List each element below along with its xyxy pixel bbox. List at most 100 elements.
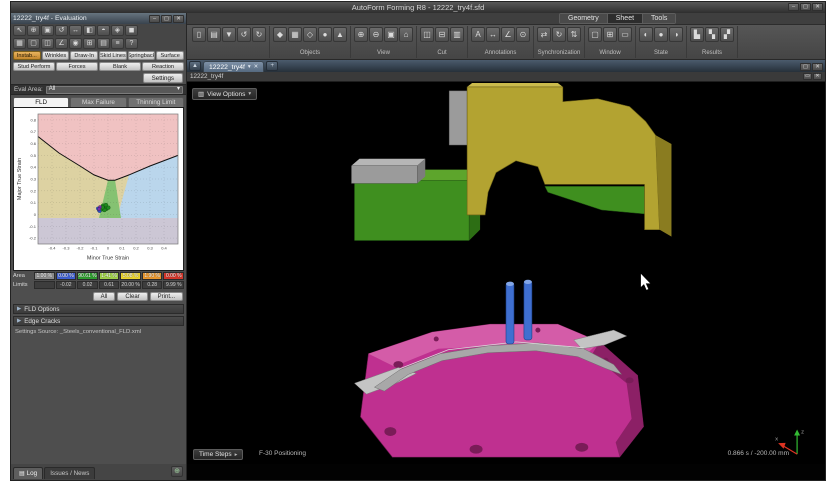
bottom-tab-issues-news[interactable]: Issues / News	[44, 467, 96, 479]
undo-icon[interactable]: ↺	[237, 27, 251, 42]
zoom-out-icon[interactable]: ⊖	[369, 27, 383, 42]
bottom-tab-log[interactable]: ▤ Log	[13, 467, 44, 479]
new-window-icon[interactable]: ▢	[588, 27, 602, 42]
evaluation-panel-titlebar[interactable]: 12222_try4f - Evaluation – ▢ ✕	[11, 13, 186, 24]
maximize-button[interactable]: ▢	[800, 63, 811, 71]
state-next-icon[interactable]: ◑	[669, 27, 683, 42]
select-icon[interactable]: ↖	[13, 25, 26, 36]
die-block-front-face[interactable]	[354, 180, 470, 241]
result-tab-blank[interactable]: Blank	[99, 62, 141, 71]
settings-button[interactable]: Settings	[142, 73, 183, 83]
menu-item-geometry[interactable]: Geometry	[560, 14, 608, 23]
result-chart-icon[interactable]: ▙	[690, 27, 704, 42]
view-front-icon[interactable]: ◧	[83, 25, 96, 36]
wire-icon[interactable]: ▢	[27, 38, 40, 49]
sync-views-icon[interactable]: ⇄	[537, 27, 551, 42]
close-tab-icon[interactable]: ✕	[254, 64, 259, 70]
gray-block-top-face[interactable]	[351, 158, 426, 166]
close-button[interactable]: ✕	[812, 3, 823, 11]
chart-tab-fld[interactable]: FLD	[13, 97, 70, 107]
save-file-icon[interactable]: ▼	[222, 27, 236, 42]
maximize-button[interactable]: ▢	[161, 14, 172, 23]
points-icon[interactable]: ●	[318, 27, 332, 42]
refresh-icon[interactable]: ↻	[552, 27, 566, 42]
fit-view-icon[interactable]: ▣	[384, 27, 398, 42]
result-tab-instab[interactable]: Instab...	[13, 51, 41, 60]
minimize-button[interactable]: –	[149, 14, 160, 23]
document-tab[interactable]: 12222_try4f ▾ ✕	[203, 61, 265, 72]
measure-angle-icon[interactable]: ∠	[501, 27, 515, 42]
viewport-3d[interactable]: z x ▥ View Options ▾ Time Steps ▸ F-30 P…	[187, 82, 825, 464]
result-tab-skid-lines[interactable]: Skid Lines	[99, 51, 127, 60]
chart-tab-thinning-limit[interactable]: Thinning Limit	[127, 97, 184, 107]
cascade-windows-icon[interactable]: ▭	[618, 27, 632, 42]
state-previous-icon[interactable]: ◐	[639, 27, 653, 42]
die-insert-front[interactable]	[544, 186, 645, 215]
action-clear[interactable]: Clear	[117, 292, 148, 301]
result-distribution-icon[interactable]: ▚	[705, 27, 719, 42]
punch-top-face[interactable]	[467, 82, 563, 87]
pan-icon[interactable]: ↔	[69, 25, 82, 36]
collapse-tabbar-button[interactable]: ▲	[189, 61, 201, 71]
result-history-icon[interactable]: ▞	[720, 27, 734, 42]
new-entry-button[interactable]: ⊕	[171, 466, 183, 477]
close-button[interactable]: ✕	[813, 73, 822, 80]
menu-item-sheet[interactable]: Sheet	[607, 14, 644, 23]
locating-pin[interactable]	[523, 280, 533, 341]
eval-area-select[interactable]: All ▾	[45, 85, 183, 94]
maximize-button[interactable]: ▭	[803, 73, 812, 80]
add-tab-button[interactable]: +	[266, 61, 279, 71]
probe-point-icon[interactable]: ⊙	[516, 27, 530, 42]
view-top-icon[interactable]: ◓	[97, 25, 110, 36]
result-tab-reaction[interactable]: Reaction	[142, 62, 184, 71]
zoom-icon[interactable]: ⊕	[27, 25, 40, 36]
close-button[interactable]: ✕	[812, 63, 823, 71]
minimize-button[interactable]: –	[788, 3, 799, 11]
section-fld-options[interactable]: ▶ FLD Options	[13, 304, 184, 314]
result-tab-wrinkles[interactable]: Wrinkles	[41, 51, 70, 60]
view-options-button[interactable]: ▥ View Options ▾	[192, 88, 258, 100]
section-edge-cracks[interactable]: ▶ Edge Cracks	[13, 316, 184, 326]
result-tab-draw-in[interactable]: Draw-In	[70, 51, 99, 60]
time-steps-button[interactable]: Time Steps ▸	[193, 449, 244, 460]
light-icon[interactable]: ◉	[69, 38, 82, 49]
mesh-icon[interactable]: ▦	[288, 27, 302, 42]
wireframe-icon[interactable]: ◇	[303, 27, 317, 42]
text-label-icon[interactable]: A	[471, 27, 485, 42]
surfaces-icon[interactable]: ▲	[333, 27, 347, 42]
shade-icon[interactable]: ◼	[125, 25, 138, 36]
link-views-icon[interactable]: ⇅	[567, 27, 581, 42]
measure-distance-icon[interactable]: ↔	[486, 27, 500, 42]
close-button[interactable]: ✕	[173, 14, 184, 23]
mesh-icon[interactable]: ▦	[13, 38, 26, 49]
section-y-icon[interactable]: ⊟	[435, 27, 449, 42]
help-icon[interactable]: ?	[125, 38, 138, 49]
measure-icon[interactable]: ∠	[55, 38, 68, 49]
section-z-icon[interactable]: ▥	[450, 27, 464, 42]
options-icon[interactable]: ≡	[111, 38, 124, 49]
new-file-icon[interactable]: ▯	[192, 27, 206, 42]
fit-icon[interactable]: ▣	[41, 25, 54, 36]
result-tab-springback[interactable]: Springback	[127, 51, 156, 60]
open-file-icon[interactable]: ▤	[207, 27, 221, 42]
solid-icon[interactable]: ◆	[273, 27, 287, 42]
home-view-icon[interactable]: ⌂	[399, 27, 413, 42]
result-tab-stud-perform[interactable]: Stud Perform	[13, 62, 55, 71]
zoom-in-icon[interactable]: ⊕	[354, 27, 368, 42]
punch-support-plate[interactable]	[448, 90, 468, 146]
action-all[interactable]: All	[92, 292, 116, 301]
action-print[interactable]: Print...	[149, 292, 183, 301]
fld-chart[interactable]: -0.4 -0.3 -0.2 -0.1 0 0.1 0.2 0.3 0.4 -0.2 -0.1 0 0.…	[13, 107, 184, 271]
chevron-down-icon[interactable]: ▾	[248, 64, 251, 70]
redo-icon[interactable]: ↻	[252, 27, 266, 42]
state-current-icon[interactable]: ●	[654, 27, 668, 42]
gray-block-front-face[interactable]	[351, 165, 418, 184]
rotate-icon[interactable]: ↺	[55, 25, 68, 36]
section-icon[interactable]: ◫	[41, 38, 54, 49]
section-x-icon[interactable]: ◫	[420, 27, 434, 42]
tile-windows-icon[interactable]: ⊞	[603, 27, 617, 42]
view-iso-icon[interactable]: ◈	[111, 25, 124, 36]
menu-item-tools[interactable]: Tools	[643, 14, 676, 23]
locating-pin[interactable]	[505, 282, 515, 345]
snapshot-icon[interactable]: ▤	[97, 38, 110, 49]
